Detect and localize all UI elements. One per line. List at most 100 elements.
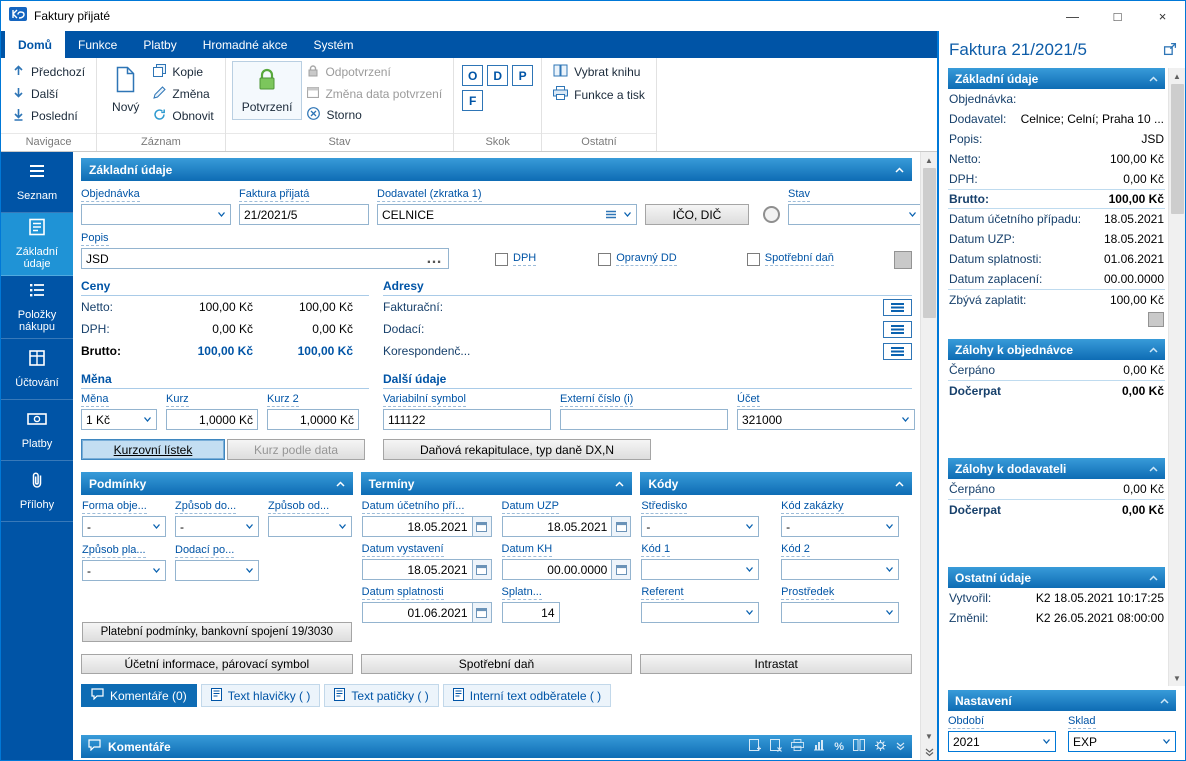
ico-dic-button[interactable]: IČO, DIČ <box>645 204 749 225</box>
calendar-icon[interactable] <box>471 517 491 536</box>
preview-section-zakladni-udaje[interactable]: Základní údaje <box>948 68 1165 89</box>
popis-input[interactable]: JSD … <box>81 248 449 269</box>
kurz-input[interactable]: 1,0000 Kč <box>166 409 258 430</box>
select-book-button[interactable]: Vybrat knihu <box>548 61 650 83</box>
scroll-down-icon[interactable]: ▼ <box>921 728 938 744</box>
minimize-button[interactable]: — <box>1050 1 1095 31</box>
kod-zakazky-combobox[interactable]: - <box>781 516 900 537</box>
zpusob-platby-combobox[interactable]: - <box>82 560 166 581</box>
maximize-button[interactable]: □ <box>1095 1 1140 31</box>
add-document-icon[interactable] <box>749 738 762 755</box>
chevron-up-icon[interactable] <box>895 166 904 173</box>
columns-icon[interactable] <box>853 739 865 754</box>
chart-icon[interactable] <box>813 739 825 754</box>
chevron-up-icon[interactable] <box>1149 75 1158 82</box>
jump-o-button[interactable]: O <box>462 65 484 86</box>
chevron-up-icon[interactable] <box>615 480 624 487</box>
podminky-header[interactable]: Podmínky <box>81 472 353 495</box>
print-icon[interactable] <box>791 739 805 754</box>
copy-button[interactable]: Kopie <box>148 61 218 83</box>
chevron-up-icon[interactable] <box>895 480 904 487</box>
jump-d-button[interactable]: D <box>487 65 509 86</box>
sidebar-item-platby[interactable]: Platby <box>1 400 73 461</box>
mena-combobox[interactable]: 1 Kč <box>81 409 157 430</box>
kod2-combobox[interactable] <box>781 559 900 580</box>
dropdown-icon[interactable] <box>334 517 351 536</box>
jump-f-button[interactable]: F <box>462 90 484 111</box>
scrollbar-thumb[interactable] <box>922 168 936 318</box>
spotrebni-dan-button[interactable]: Spotřební daň <box>360 654 633 674</box>
checkbox-icon[interactable] <box>495 252 508 266</box>
form-section-header[interactable]: Základní údaje <box>81 158 912 181</box>
referent-combobox[interactable] <box>641 602 760 623</box>
faktura-input[interactable]: 21/2021/5 <box>239 204 369 225</box>
edit-button[interactable]: Změna <box>148 83 218 105</box>
splatnost-input[interactable]: 14 <box>501 602 560 623</box>
content-scrollbar[interactable]: ▲ ▼ <box>920 152 937 760</box>
chevron-up-icon[interactable] <box>1160 697 1169 704</box>
dropdown-icon[interactable] <box>148 517 165 536</box>
address-menu-button[interactable] <box>883 320 912 338</box>
dropdown-icon[interactable] <box>897 410 914 429</box>
dropdown-icon[interactable] <box>139 410 156 429</box>
calendar-icon[interactable] <box>611 517 631 536</box>
datum-ucetniho-pripadu-field[interactable]: 18.05.2021 <box>361 516 492 537</box>
dropdown-icon[interactable] <box>881 517 898 536</box>
close-button[interactable]: × <box>1140 1 1185 31</box>
kod1-combobox[interactable] <box>641 559 760 580</box>
sklad-combobox[interactable]: EXP <box>1068 731 1176 752</box>
datum-vystaveni-field[interactable]: 18.05.2021 <box>361 559 492 580</box>
checkbox-icon[interactable] <box>598 252 612 266</box>
dropdown-icon[interactable] <box>1038 732 1055 751</box>
danova-rekapitulace-button[interactable]: Daňová rekapitulace, typ daně DX,N <box>383 439 651 460</box>
dodavatel-lookup-field[interactable]: CELNICE <box>377 204 637 225</box>
detail-button[interactable] <box>1148 311 1164 327</box>
platebni-podminky-button[interactable]: Platební podmínky, bankovní spojení 19/3… <box>82 622 352 642</box>
preview-section-ostatni-udaje[interactable]: Ostatní údaje <box>948 567 1165 588</box>
dropdown-icon[interactable] <box>213 205 230 224</box>
dropdown-icon[interactable] <box>619 205 636 224</box>
scroll-down-icon[interactable]: ▼ <box>1169 670 1186 686</box>
externi-cislo-input[interactable] <box>560 409 728 430</box>
new-record-button[interactable]: Nový <box>103 61 148 119</box>
preview-scrollbar[interactable]: ▲ ▼ <box>1168 68 1185 686</box>
variabilni-symbol-input[interactable]: 111122 <box>383 409 551 430</box>
terminy-header[interactable]: Termíny <box>360 472 633 495</box>
tab-hromadne-akce[interactable]: Hromadné akce <box>190 31 301 58</box>
ucetni-informace-button[interactable]: Účetní informace, párovací symbol <box>81 654 353 674</box>
scroll-up-icon[interactable]: ▲ <box>921 152 938 168</box>
preview-section-zalohy-objednavka[interactable]: Zálohy k objednávce <box>948 339 1165 360</box>
tab-interni-text[interactable]: Interní text odběratele ( ) <box>442 684 612 707</box>
color-indicator-button[interactable] <box>894 251 912 269</box>
kody-header[interactable]: Kódy <box>640 472 913 495</box>
chevron-up-icon[interactable] <box>336 480 345 487</box>
popis-more-button[interactable]: … <box>426 250 448 268</box>
chevron-up-icon[interactable] <box>1149 574 1158 581</box>
spotrebni-dan-checkbox[interactable]: Spotřební daň <box>746 252 834 266</box>
lookup-icon[interactable] <box>602 205 619 224</box>
previous-record-button[interactable]: Předchozí <box>7 61 90 83</box>
sidebar-item-zakladni-udaje[interactable]: Základní údaje <box>1 213 73 276</box>
ucet-combobox[interactable]: 321000 <box>737 409 915 430</box>
dropdown-icon[interactable] <box>1158 732 1175 751</box>
tab-domu[interactable]: Domů <box>5 31 65 58</box>
tab-komentare[interactable]: Komentáře (0) <box>81 684 197 707</box>
prostredek-combobox[interactable] <box>781 602 900 623</box>
calendar-icon[interactable] <box>471 560 491 579</box>
scrollbar-thumb[interactable] <box>1170 84 1184 214</box>
dodaci-podminky-combobox[interactable] <box>175 560 259 581</box>
nastaveni-header[interactable]: Nastavení <box>948 690 1176 711</box>
forma-objednani-combobox[interactable]: - <box>82 516 166 537</box>
collapse-double-chevron-icon[interactable] <box>896 740 905 754</box>
kurzovni-listek-button[interactable]: Kurzovní lístek <box>81 439 225 460</box>
jump-p-button[interactable]: P <box>512 65 534 86</box>
dph-checkbox[interactable]: DPH <box>495 252 537 266</box>
datum-uzp-field[interactable]: 18.05.2021 <box>501 516 632 537</box>
remove-document-icon[interactable] <box>770 738 783 755</box>
refresh-button[interactable]: Obnovit <box>148 105 218 127</box>
sidebar-item-polozky-nakupu[interactable]: Položky nákupu <box>1 276 73 339</box>
dropdown-icon[interactable] <box>148 561 165 580</box>
dropdown-icon[interactable] <box>241 517 258 536</box>
intrastat-button[interactable]: Intrastat <box>640 654 913 674</box>
opravny-dd-checkbox[interactable]: Opravný DD <box>598 252 677 266</box>
